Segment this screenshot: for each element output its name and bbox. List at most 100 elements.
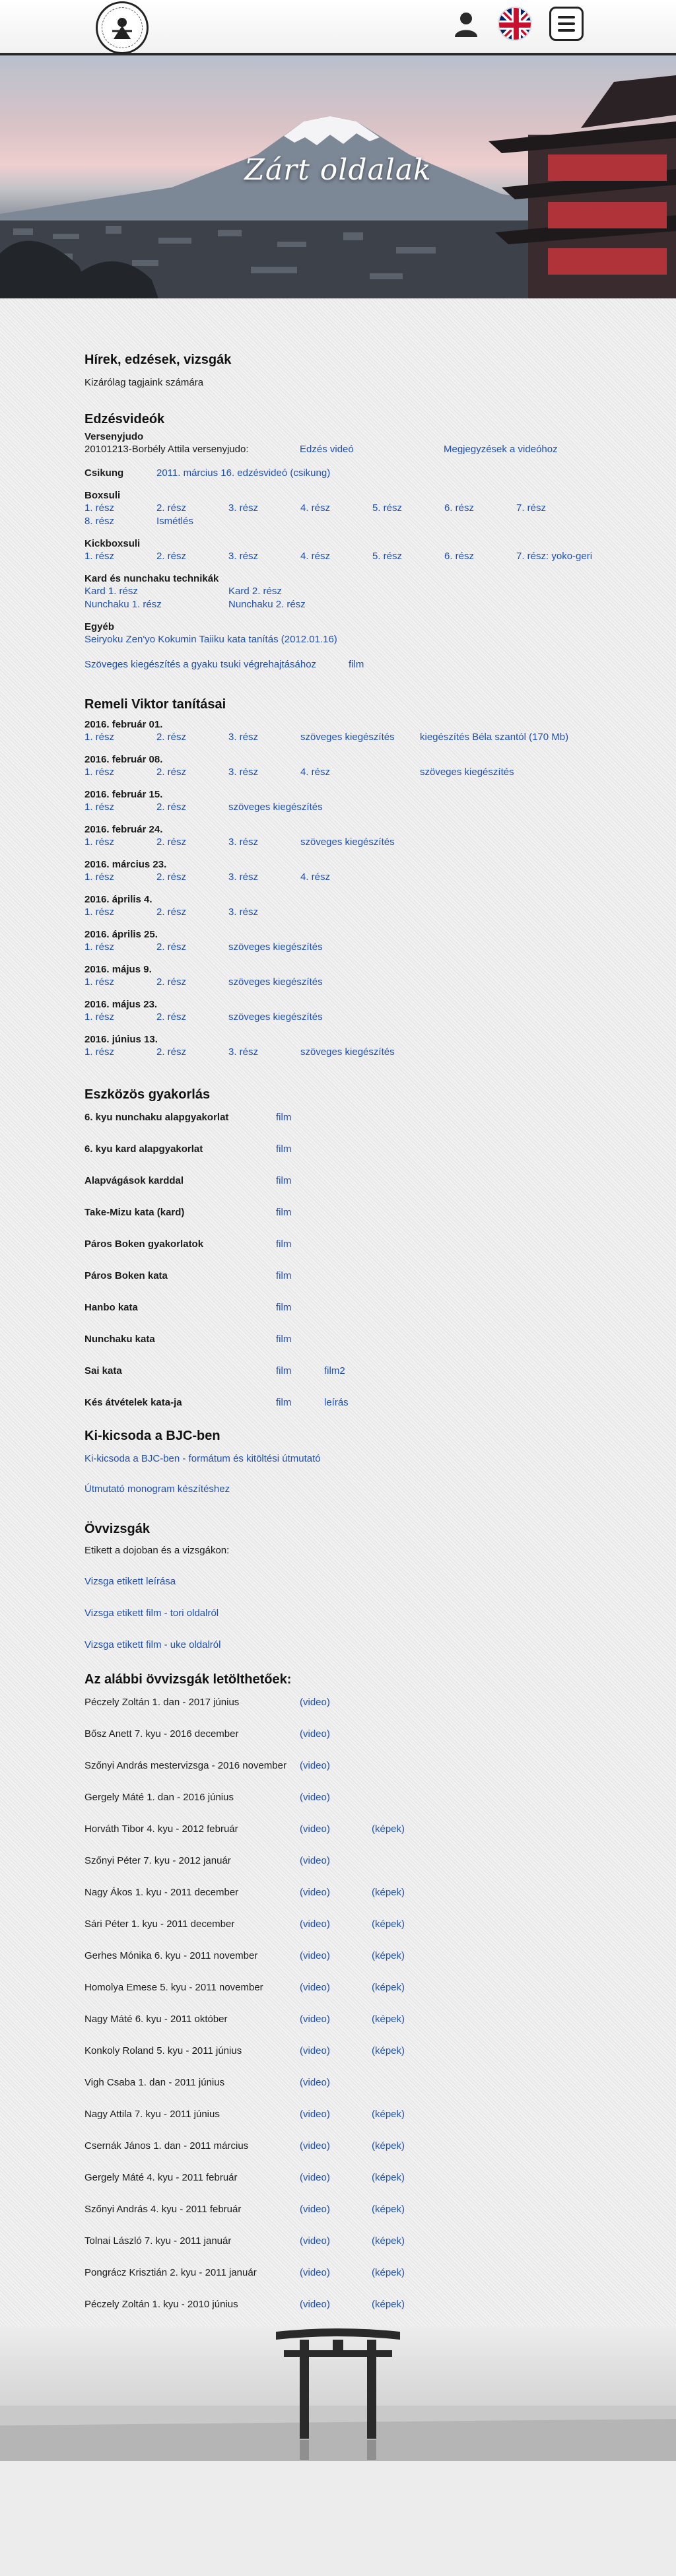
kickboxsuli-part-link[interactable]: 5. rész — [372, 551, 444, 562]
session-part-link[interactable]: 2. rész — [156, 1011, 228, 1023]
practice-film-link[interactable]: film — [276, 1365, 324, 1376]
session-part-link[interactable]: 2. rész — [156, 906, 228, 918]
nunchaku-link[interactable]: Nunchaku 1. rész — [84, 599, 228, 610]
session-part-link[interactable]: szöveges kiegészítés — [300, 836, 395, 848]
session-part-link[interactable]: 1. rész — [84, 836, 156, 848]
exam-video-link[interactable]: (video) — [300, 2204, 372, 2215]
language-switch-button[interactable] — [498, 7, 532, 41]
exam-video-link[interactable]: (video) — [300, 2299, 372, 2310]
exam-photos-link[interactable]: (képek) — [372, 2267, 405, 2278]
session-part-link[interactable]: 2. rész — [156, 871, 228, 883]
session-part-link[interactable]: szöveges kiegészítés — [228, 1011, 323, 1023]
session-part-link[interactable]: 2. rész — [156, 976, 228, 988]
monogram-guide-link[interactable]: Útmutató monogram készítéshez — [84, 1483, 230, 1495]
session-part-link[interactable]: 3. rész — [228, 731, 300, 743]
practice-film-link[interactable]: film — [276, 1207, 291, 1218]
practice-film-link[interactable]: film — [276, 1270, 291, 1281]
kickboxsuli-part-link[interactable]: 3. rész — [228, 551, 300, 562]
exam-video-link[interactable]: (video) — [300, 2109, 372, 2120]
kard-link[interactable]: Kard 2. rész — [228, 586, 282, 597]
exam-video-link[interactable]: (video) — [300, 1855, 372, 1866]
exam-video-link[interactable]: (video) — [300, 1792, 372, 1803]
boxsuli-part-link[interactable]: 2. rész — [156, 502, 228, 514]
session-part-link[interactable]: 1. rész — [84, 941, 156, 953]
exam-video-link[interactable]: (video) — [300, 2045, 372, 2056]
session-part-link[interactable]: 3. rész — [228, 871, 300, 883]
practice-film-link[interactable]: film — [276, 1397, 324, 1408]
kickboxsuli-part-link[interactable]: 1. rész — [84, 551, 156, 562]
practice-film-link[interactable]: film — [276, 1238, 291, 1250]
kickboxsuli-part-link[interactable]: 4. rész — [300, 551, 372, 562]
exam-photos-link[interactable]: (képek) — [372, 1823, 405, 1835]
exam-video-link[interactable]: (video) — [300, 2172, 372, 2183]
gyaku-tsuki-text-link[interactable]: Szöveges kiegészítés a gyaku tsuki végre… — [84, 659, 349, 670]
session-part-link[interactable]: szöveges kiegészítés — [228, 941, 323, 953]
exam-video-link[interactable]: (video) — [300, 2014, 372, 2025]
exam-video-link[interactable]: (video) — [300, 1982, 372, 1993]
practice-film-link[interactable]: film2 — [324, 1365, 345, 1376]
csikung-link[interactable]: 2011. március 16. edzésvideó (csikung) — [156, 467, 330, 479]
club-logo[interactable] — [96, 1, 149, 54]
kickboxsuli-part-link[interactable]: 6. rész — [444, 551, 516, 562]
exam-video-link[interactable]: (video) — [300, 1760, 372, 1771]
boxsuli-part-link[interactable]: 1. rész — [84, 502, 156, 514]
session-part-link[interactable]: 2. rész — [156, 836, 228, 848]
exam-video-link[interactable]: (video) — [300, 1887, 372, 1898]
session-part-link[interactable]: 2. rész — [156, 801, 228, 813]
session-part-link[interactable]: 2. rész — [156, 731, 228, 743]
kard-link[interactable]: Kard 1. rész — [84, 586, 228, 597]
boxsuli-part-link[interactable]: 8. rész — [84, 516, 156, 527]
boxsuli-part-link[interactable]: 6. rész — [444, 502, 516, 514]
exam-video-link[interactable]: (video) — [300, 2077, 372, 2088]
etiquette-tori-film-link[interactable]: Vizsga etikett film - tori oldalról — [84, 1608, 219, 1619]
exam-photos-link[interactable]: (képek) — [372, 2172, 405, 2183]
session-part-link[interactable]: 2. rész — [156, 766, 228, 778]
exam-photos-link[interactable]: (képek) — [372, 1918, 405, 1930]
session-part-link[interactable]: 4. rész — [300, 871, 330, 883]
etiquette-description-link[interactable]: Vizsga etikett leírása — [84, 1576, 176, 1587]
session-part-link[interactable]: 1. rész — [84, 906, 156, 918]
etiquette-uke-film-link[interactable]: Vizsga etikett film - uke oldalról — [84, 1639, 220, 1650]
exam-video-link[interactable]: (video) — [300, 1823, 372, 1835]
practice-film-link[interactable]: film — [276, 1112, 291, 1123]
nunchaku-link[interactable]: Nunchaku 2. rész — [228, 599, 306, 610]
session-part-link[interactable]: 3. rész — [228, 836, 300, 848]
session-part-link[interactable]: 3. rész — [228, 1046, 300, 1058]
practice-film-link[interactable]: film — [276, 1143, 291, 1155]
session-part-link[interactable]: 1. rész — [84, 801, 156, 813]
exam-video-link[interactable]: (video) — [300, 1697, 372, 1708]
exam-photos-link[interactable]: (képek) — [372, 1982, 405, 1993]
exam-photos-link[interactable]: (képek) — [372, 2109, 405, 2120]
gyaku-tsuki-film-link[interactable]: film — [349, 659, 364, 670]
practice-film-link[interactable]: leírás — [324, 1397, 349, 1408]
kikicsoda-format-link[interactable]: Ki-kicsoda a BJC-ben - formátum és kitöl… — [84, 1453, 321, 1464]
kata-teaching-link[interactable]: Seiryoku Zen'yo Kokumin Taiiku kata taní… — [84, 634, 337, 645]
session-part-link[interactable]: szöveges kiegészítés — [300, 1046, 395, 1058]
exam-photos-link[interactable]: (képek) — [372, 1887, 405, 1898]
boxsuli-part-link[interactable]: 7. rész — [516, 502, 546, 514]
boxsuli-part-link[interactable]: 3. rész — [228, 502, 300, 514]
session-part-link[interactable]: 2. rész — [156, 1046, 228, 1058]
exam-video-link[interactable]: (video) — [300, 1950, 372, 1961]
exam-photos-link[interactable]: (képek) — [372, 2045, 405, 2056]
exam-video-link[interactable]: (video) — [300, 2267, 372, 2278]
session-part-link[interactable]: 2. rész — [156, 941, 228, 953]
session-part-link[interactable]: kiegészítés Béla szantól (170 Mb) — [420, 731, 568, 743]
boxsuli-review-link[interactable]: Ismétlés — [156, 516, 193, 527]
practice-film-link[interactable]: film — [276, 1175, 291, 1186]
exam-video-link[interactable]: (video) — [300, 1918, 372, 1930]
session-part-link[interactable]: szöveges kiegészítés — [420, 766, 514, 778]
practice-film-link[interactable]: film — [276, 1334, 291, 1345]
session-part-link[interactable]: 1. rész — [84, 1011, 156, 1023]
exam-video-link[interactable]: (video) — [300, 2140, 372, 2152]
exam-photos-link[interactable]: (képek) — [372, 1950, 405, 1961]
boxsuli-part-link[interactable]: 4. rész — [300, 502, 372, 514]
session-part-link[interactable]: 1. rész — [84, 871, 156, 883]
session-part-link[interactable]: 3. rész — [228, 906, 258, 918]
practice-film-link[interactable]: film — [276, 1302, 291, 1313]
boxsuli-part-link[interactable]: 5. rész — [372, 502, 444, 514]
kickboxsuli-part-link[interactable]: 7. rész: yoko-geri — [516, 551, 592, 562]
session-part-link[interactable]: szöveges kiegészítés — [300, 731, 420, 743]
session-part-link[interactable]: 1. rész — [84, 731, 156, 743]
exam-photos-link[interactable]: (képek) — [372, 2140, 405, 2152]
